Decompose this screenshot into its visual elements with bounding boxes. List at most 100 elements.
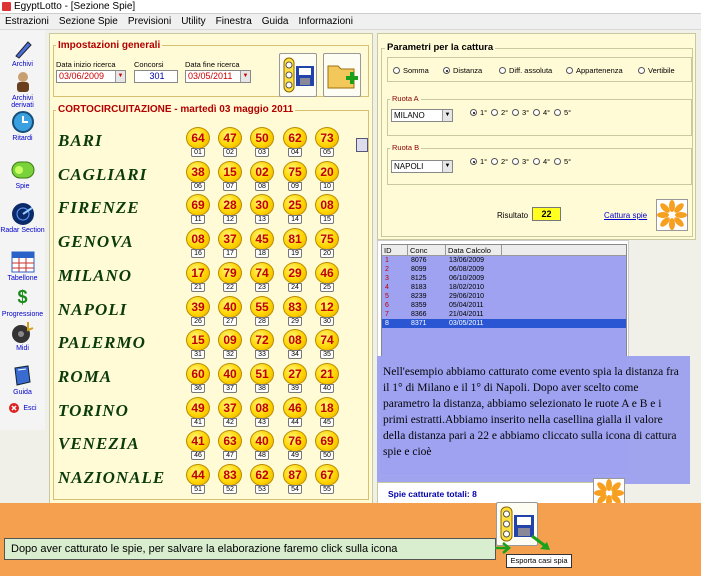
number-bulb[interactable]: 18 45 [315, 396, 339, 427]
ruota-b-position-radio[interactable]: 3° [512, 157, 529, 166]
number-bulb[interactable]: 08 34 [283, 329, 307, 360]
number-bulb[interactable]: 74 35 [315, 329, 339, 360]
ruota-a-select[interactable]: MILANO ▼ [391, 109, 453, 122]
number-bulb[interactable]: 69 11 [186, 194, 210, 225]
sidebar-item-esci[interactable]: Esci [0, 402, 45, 414]
end-date-field[interactable]: 03/05/2011 ▼ [185, 70, 251, 83]
sidebar-item-tabellone[interactable]: Tabellone [0, 250, 45, 282]
ruota-b-position-radio[interactable]: 4° [533, 157, 550, 166]
table-row[interactable]: 3 8125 06/10/2009 [382, 274, 626, 283]
menu-utility[interactable]: Utility [176, 16, 210, 27]
ruota-b-select[interactable]: NAPOLI ▼ [391, 160, 453, 173]
table-row[interactable]: 1 8076 13/06/2009 [382, 256, 626, 265]
radio-somma[interactable]: Somma [393, 66, 429, 75]
number-bulb[interactable]: 44 51 [186, 464, 210, 494]
number-bulb[interactable]: 55 28 [250, 295, 274, 326]
menu-estrazioni[interactable]: Estrazioni [0, 16, 54, 27]
menu-guida[interactable]: Guida [257, 16, 294, 27]
ruota-a-position-radio[interactable]: 1° [470, 108, 487, 117]
export-spie-button[interactable] [279, 53, 317, 97]
radio-appartenenza[interactable]: Appartenenza [566, 66, 623, 75]
open-folder-button[interactable] [323, 53, 361, 97]
ruota-a-position-radio[interactable]: 3° [512, 108, 529, 117]
number-bulb[interactable]: 76 49 [283, 430, 307, 461]
menu-finestra[interactable]: Finestra [211, 16, 257, 27]
sidebar-item-progressione[interactable]: $ Progressione [0, 286, 45, 318]
number-bulb[interactable]: 81 19 [283, 228, 307, 259]
number-bulb[interactable]: 49 41 [186, 396, 210, 427]
number-bulb[interactable]: 37 17 [218, 228, 242, 259]
number-bulb[interactable]: 39 26 [186, 295, 210, 326]
start-date-field[interactable]: 03/06/2009 ▼ [56, 70, 126, 83]
number-bulb[interactable]: 41 46 [186, 430, 210, 461]
capture-spie-button[interactable] [656, 199, 688, 231]
copy-icon[interactable] [356, 138, 368, 152]
sidebar-item-midi[interactable]: Midi [0, 320, 45, 352]
table-row[interactable]: 6 8359 05/04/2011 [382, 301, 626, 310]
ruota-a-position-radio[interactable]: 5° [554, 108, 571, 117]
number-bulb[interactable]: 40 48 [250, 430, 274, 461]
number-bulb[interactable]: 40 37 [218, 362, 242, 393]
number-bulb[interactable]: 45 18 [250, 228, 274, 259]
sidebar-item-spie[interactable]: Spie [0, 158, 45, 190]
number-bulb[interactable]: 28 12 [218, 194, 242, 225]
sidebar-item-ritardi[interactable]: Ritardi [0, 110, 45, 142]
ruota-b-position-radio[interactable]: 5° [554, 157, 571, 166]
number-bulb[interactable]: 27 39 [283, 362, 307, 393]
number-bulb[interactable]: 79 22 [218, 261, 242, 292]
number-bulb[interactable]: 67 55 [315, 464, 339, 494]
number-bulb[interactable]: 62 04 [283, 127, 307, 157]
number-bulb[interactable]: 29 24 [283, 261, 307, 292]
number-bulb[interactable]: 25 14 [283, 194, 307, 225]
number-bulb[interactable]: 09 32 [218, 329, 242, 360]
ruota-b-position-radio[interactable]: 1° [470, 157, 487, 166]
number-bulb[interactable]: 69 50 [315, 430, 339, 461]
table-row[interactable]: 7 8366 21/04/2011 [382, 310, 626, 319]
number-bulb[interactable]: 38 06 [186, 160, 210, 191]
ruota-a-position-radio[interactable]: 2° [491, 108, 508, 117]
number-bulb[interactable]: 74 23 [250, 261, 274, 292]
table-row[interactable]: 2 8099 06/08/2009 [382, 265, 626, 274]
table-row[interactable]: 5 8239 29/06/2010 [382, 292, 626, 301]
sidebar-item-archivi[interactable]: Archivi [0, 36, 45, 68]
number-bulb[interactable]: 46 25 [315, 261, 339, 292]
number-bulb[interactable]: 30 13 [250, 194, 274, 225]
number-bulb[interactable]: 47 02 [218, 127, 242, 157]
number-bulb[interactable]: 75 09 [283, 160, 307, 191]
chevron-down-icon[interactable]: ▼ [442, 161, 452, 172]
number-bulb[interactable]: 40 27 [218, 295, 242, 326]
number-bulb[interactable]: 75 20 [315, 228, 339, 259]
number-bulb[interactable]: 87 54 [283, 464, 307, 494]
number-bulb[interactable]: 83 29 [283, 295, 307, 326]
radio-diff-assoluta[interactable]: Diff. assoluta [499, 66, 552, 75]
table-row[interactable]: 4 8183 18/02/2010 [382, 283, 626, 292]
number-bulb[interactable]: 51 38 [250, 362, 274, 393]
number-bulb[interactable]: 17 21 [186, 261, 210, 292]
number-bulb[interactable]: 20 10 [315, 160, 339, 191]
result-input[interactable]: 22 [532, 207, 561, 221]
radio-distanza[interactable]: Distanza [443, 66, 482, 75]
number-bulb[interactable]: 12 30 [315, 295, 339, 326]
sidebar-item-archivi-derivati[interactable]: Archivi derivati [0, 70, 45, 109]
number-bulb[interactable]: 62 53 [250, 464, 274, 494]
number-bulb[interactable]: 72 33 [250, 329, 274, 360]
chevron-down-icon[interactable]: ▼ [240, 71, 250, 82]
number-bulb[interactable]: 83 52 [218, 464, 242, 494]
number-bulb[interactable]: 46 44 [283, 396, 307, 427]
chevron-down-icon[interactable]: ▼ [115, 71, 125, 82]
menu-sezione-spie[interactable]: Sezione Spie [54, 16, 123, 27]
number-bulb[interactable]: 15 07 [218, 160, 242, 191]
number-bulb[interactable]: 60 36 [186, 362, 210, 393]
number-bulb[interactable]: 50 03 [250, 127, 274, 157]
number-bulb[interactable]: 15 31 [186, 329, 210, 360]
header-conc[interactable]: Conc [408, 245, 446, 255]
ruota-a-position-radio[interactable]: 4° [533, 108, 550, 117]
number-bulb[interactable]: 08 16 [186, 228, 210, 259]
number-bulb[interactable]: 64 01 [186, 127, 210, 157]
menu-previsioni[interactable]: Previsioni [123, 16, 176, 27]
number-bulb[interactable]: 63 47 [218, 430, 242, 461]
table-row[interactable]: 8 8371 03/05/2011 [382, 319, 626, 328]
number-bulb[interactable]: 37 42 [218, 396, 242, 427]
sidebar-item-radar-section[interactable]: Radar Section [0, 202, 45, 234]
radio-vertibile[interactable]: Vertibile [638, 66, 675, 75]
